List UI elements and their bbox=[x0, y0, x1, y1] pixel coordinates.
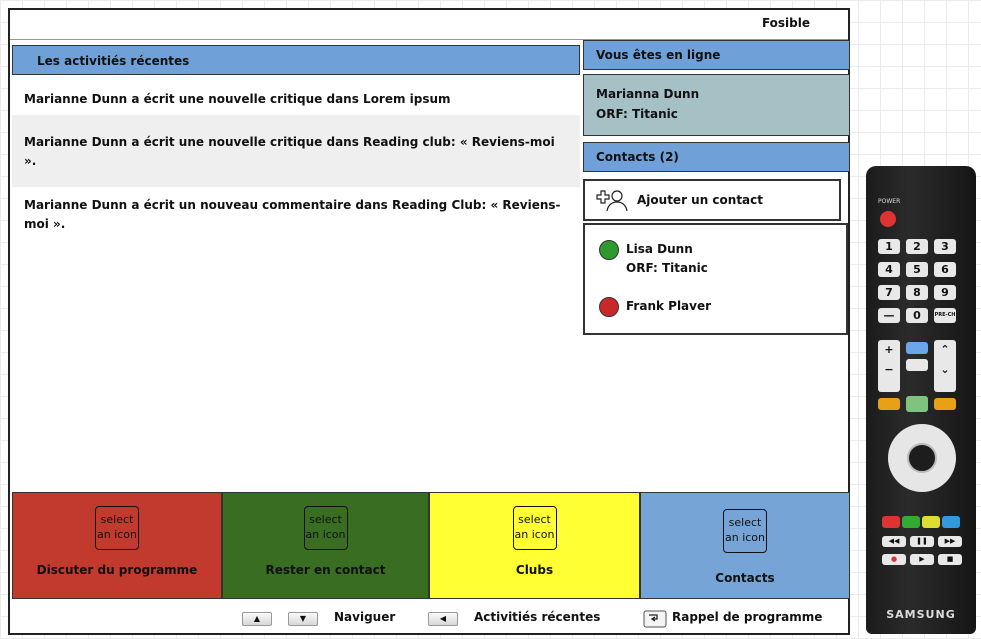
placeholder-icon: select an icon bbox=[303, 506, 348, 550]
placeholder-icon: select an icon bbox=[95, 506, 139, 550]
recent-activities-hint: Activitiés récentes bbox=[474, 610, 601, 624]
navigate-hint: Naviguer bbox=[334, 610, 396, 624]
yellow-button[interactable] bbox=[922, 516, 940, 528]
power-label: POWER bbox=[878, 198, 901, 205]
online-user-card[interactable]: Marianna Dunn ORF: Titanic bbox=[583, 74, 850, 136]
contact-name: Frank Plaver bbox=[626, 299, 712, 313]
stop-icon[interactable]: ■ bbox=[938, 554, 962, 565]
add-contact-button[interactable]: Ajouter un contact bbox=[583, 179, 841, 221]
placeholder-icon: select an icon bbox=[512, 506, 557, 550]
tv-remote: POWER 1 2 3 4 5 6 7 8 9 — 0 PRE-CH + − ⌃ ⌄… bbox=[866, 166, 976, 634]
placeholder-icon: select an icon bbox=[723, 509, 767, 553]
tile-label: Clubs bbox=[515, 563, 554, 577]
arrow-up-key-icon: ▲ bbox=[242, 612, 272, 626]
online-user-program: ORF: Titanic bbox=[596, 107, 678, 121]
digit-button[interactable]: 4 bbox=[878, 262, 900, 277]
mute-button[interactable] bbox=[906, 359, 928, 371]
digit-button[interactable]: 9 bbox=[934, 285, 956, 300]
activity-item[interactable]: Marianne Dunn a écrit une nouvelle criti… bbox=[12, 90, 580, 109]
digit-button[interactable]: 1 bbox=[878, 239, 900, 254]
pre-ch-button[interactable]: PRE-CH bbox=[934, 308, 956, 323]
add-contact-label: Ajouter un contact bbox=[637, 193, 764, 207]
footer-key-hints: ▲ ▼ Naviguer ◀ Activitiés récentes Rappe… bbox=[10, 600, 848, 633]
chlist-button[interactable] bbox=[878, 398, 900, 410]
recall-key-icon bbox=[643, 610, 667, 628]
activity-item[interactable]: Marianne Dunn a écrit une nouvelle criti… bbox=[12, 115, 580, 187]
fast-forward-icon[interactable]: ▶▶ bbox=[938, 536, 962, 547]
action-tiles: select an icon Discuter du programme sel… bbox=[10, 492, 850, 599]
contacts-header[interactable]: Contacts (2) bbox=[583, 142, 850, 172]
digit-button[interactable]: 0 bbox=[906, 308, 928, 323]
tile-discuss[interactable]: select an icon Discuter du programme bbox=[12, 492, 222, 599]
digit-button[interactable]: 3 bbox=[934, 239, 956, 254]
brand-name: Fosible bbox=[761, 16, 810, 30]
record-icon[interactable]: ● bbox=[882, 554, 906, 565]
blue-button[interactable] bbox=[942, 516, 960, 528]
digit-button[interactable]: 5 bbox=[906, 262, 928, 277]
digit-button[interactable]: 7 bbox=[878, 285, 900, 300]
online-user-name: Marianna Dunn bbox=[596, 87, 700, 101]
online-header: Vous êtes en ligne bbox=[583, 40, 850, 70]
ok-button[interactable] bbox=[907, 443, 937, 473]
app-frame: Fosible Les activitiés récentes Marianne… bbox=[8, 8, 850, 635]
arrow-down-key-icon: ▼ bbox=[288, 612, 318, 626]
tile-contacts[interactable]: select an icon Contacts bbox=[640, 492, 850, 599]
digit-button[interactable]: 6 bbox=[934, 262, 956, 277]
dash-button[interactable]: — bbox=[878, 308, 900, 323]
contact-name: Lisa Dunn bbox=[626, 242, 693, 256]
tile-label: Rester en contact bbox=[265, 563, 386, 577]
red-button[interactable] bbox=[882, 516, 900, 528]
tile-clubs[interactable]: select an icon Clubs bbox=[429, 492, 640, 599]
rewind-icon[interactable]: ◀◀ bbox=[882, 536, 906, 547]
contact-program: ORF: Titanic bbox=[626, 261, 708, 275]
digit-button[interactable]: 2 bbox=[906, 239, 928, 254]
menu-button[interactable] bbox=[906, 396, 928, 412]
info-button[interactable] bbox=[906, 342, 928, 354]
online-status-dot bbox=[599, 240, 619, 260]
tile-label: Discuter du programme bbox=[36, 563, 198, 577]
program-recall-hint: Rappel de programme bbox=[672, 610, 823, 624]
digit-button[interactable]: 8 bbox=[906, 285, 928, 300]
pause-icon[interactable]: ❚❚ bbox=[910, 536, 934, 547]
volume-rocker[interactable]: + − bbox=[878, 340, 900, 392]
power-button[interactable] bbox=[880, 211, 896, 227]
green-button[interactable] bbox=[902, 516, 920, 528]
play-icon[interactable]: ▶ bbox=[910, 554, 934, 565]
add-user-icon bbox=[596, 190, 628, 212]
recent-activities-header: Les activitiés récentes bbox=[12, 45, 580, 75]
tile-label: Contacts bbox=[715, 571, 775, 585]
offline-status-dot bbox=[599, 297, 619, 317]
channel-rocker[interactable]: ⌃ ⌄ bbox=[934, 340, 956, 392]
contact-list: Lisa Dunn ORF: Titanic Frank Plaver bbox=[583, 223, 848, 335]
activity-item[interactable]: Marianne Dunn a écrit un nouveau comment… bbox=[12, 190, 580, 234]
fav-ch-button[interactable] bbox=[934, 398, 956, 410]
tile-stay-in-touch[interactable]: select an icon Rester en contact bbox=[222, 492, 429, 599]
remote-brand-logo: SAMSUNG bbox=[886, 608, 956, 621]
arrow-left-key-icon: ◀ bbox=[428, 612, 458, 626]
